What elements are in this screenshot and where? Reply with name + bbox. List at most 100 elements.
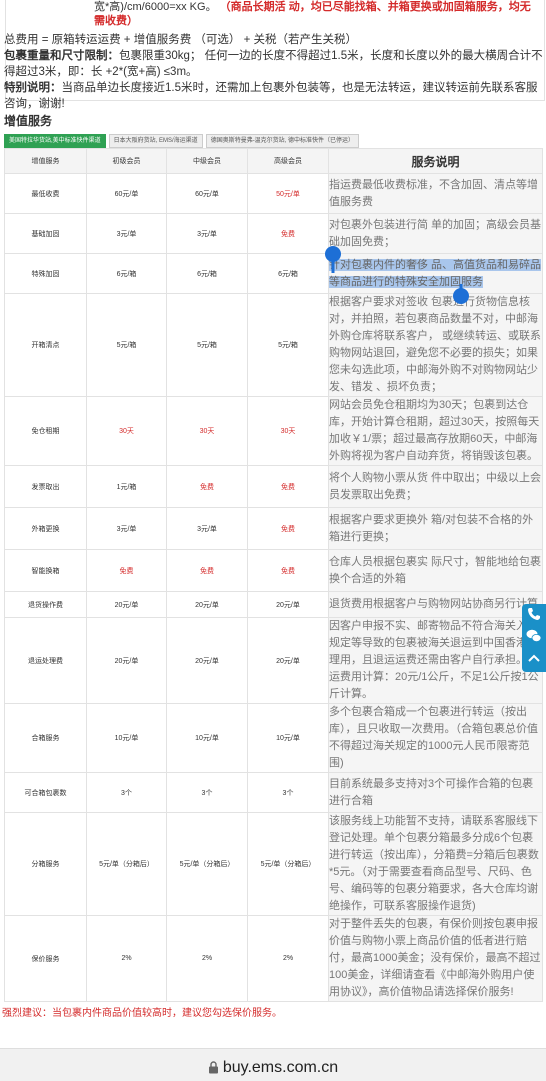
basic-price-cell: 20元/单 xyxy=(86,591,167,618)
mid-price-cell: 30天 xyxy=(166,396,248,466)
tab-japan-warehouse[interactable]: 日本大阪府货站, EMS/海运渠道 xyxy=(108,134,203,148)
service-description-cell: 对于整件丢失的包裹，有保价则按包裹申报价值与购物小票上商品价值的低者进行赔付，最… xyxy=(328,915,543,1002)
service-name-cell: 退运处理费 xyxy=(4,617,87,704)
basic-price-cell: 5元/单（分箱后） xyxy=(86,812,167,916)
tab-germany-warehouse[interactable]: 德国奥斯特曼弗-温克尔货站, 德中标准快件（已停运） xyxy=(205,134,360,148)
table-row: 外箱更换 3元/单 3元/单 免费 根据客户要求更换外 箱/对包装不合格的外箱进行更换； xyxy=(4,507,543,550)
wechat-icon[interactable] xyxy=(525,629,543,647)
tab-us-warehouse[interactable]: 美国特拉华货站,美中标准快件渠道 xyxy=(4,134,106,148)
browser-url-bar[interactable]: buy.ems.com.cn xyxy=(0,1048,546,1081)
mid-price-cell: 免费 xyxy=(166,465,248,508)
mid-price-cell: 2% xyxy=(166,915,248,1002)
table-row: 合箱服务 10元/单 10元/单 10元/单 多个包裹合箱成一个包裹进行转运（按出库），… xyxy=(4,703,543,773)
senior-price-cell: 5元/箱 xyxy=(247,293,329,397)
service-description-cell: 多个包裹合箱成一个包裹进行转运（按出库），且只收取一次费用。（合箱包裹总价值不得… xyxy=(328,703,543,773)
service-name-cell: 合箱服务 xyxy=(4,703,87,773)
service-name-cell: 基础加固 xyxy=(4,213,87,254)
basic-price-cell: 20元/单 xyxy=(86,617,167,704)
basic-price-cell: 60元/单 xyxy=(86,173,167,214)
senior-price-cell: 20元/单 xyxy=(247,591,329,618)
senior-price-cell: 30天 xyxy=(247,396,329,466)
service-name-cell: 分箱服务 xyxy=(4,812,87,916)
senior-price-cell: 免费 xyxy=(247,549,329,592)
service-description-cell: 根据客户要求更换外 箱/对包装不合格的外箱进行更换； xyxy=(328,507,543,550)
service-name-cell: 特殊加固 xyxy=(4,253,87,294)
basic-price-cell: 3元/单 xyxy=(86,213,167,254)
senior-price-cell: 6元/箱 xyxy=(247,253,329,294)
header-description: 服务说明 xyxy=(328,148,543,174)
service-description-cell: 因客户申报不实、邮寄物品不符合海关入境规定等导致的包裹被海关退运到中国香港处理用… xyxy=(328,617,543,704)
basic-price-cell: 2% xyxy=(86,915,167,1002)
basic-price-cell: 5元/箱 xyxy=(86,293,167,397)
table-row: 退运处理费 20元/单 20元/单 20元/单 因客户申报不实、邮寄物品不符合海关入境规… xyxy=(4,617,543,704)
mid-price-cell: 6元/箱 xyxy=(166,253,248,294)
senior-price-cell: 3个 xyxy=(247,772,329,813)
floating-contact-panel xyxy=(522,604,546,672)
service-description-cell: 针对包裹内件的奢侈 品、高值货品和易碎品等商品进行的特殊安全加固服务 xyxy=(328,253,543,294)
header-service: 增值服务 xyxy=(4,148,87,174)
mid-price-cell: 60元/单 xyxy=(166,173,248,214)
table-row: 保价服务 2% 2% 2% 对于整件丢失的包裹，有保价则按包裹申报价值与购物小票上商品价… xyxy=(4,915,543,1002)
mid-price-cell: 3元/单 xyxy=(166,507,248,550)
volume-weight-note: 宽*高)/cm/6000=xx KG。 （商品长期活 动，均已尽能找箱、并箱更换… xyxy=(94,1,531,27)
table-row: 退货操作费 20元/单 20元/单 20元/单 退货费用根据客户与购物网站协商另行计算 xyxy=(4,591,543,618)
header-mid-member: 中级会员 xyxy=(166,148,248,174)
header-basic-member: 初级会员 xyxy=(86,148,167,174)
service-name-cell: 保价服务 xyxy=(4,915,87,1002)
service-description-cell: 该服务线上功能暂不支持，请联系客服线下登记处理。单个包裹分箱最多分成6个包裹进行… xyxy=(328,812,543,916)
service-name-cell: 智能换箱 xyxy=(4,549,87,592)
service-description-cell: 目前系统最多支持对3个可操作合箱的包裹进行合箱 xyxy=(328,772,543,813)
service-name-cell: 最低收费 xyxy=(4,173,87,214)
basic-price-cell: 3个 xyxy=(86,772,167,813)
table-row: 分箱服务 5元/单（分箱后） 5元/单（分箱后） 5元/单（分箱后） 该服务线上功能暂不… xyxy=(4,812,543,916)
service-name-cell: 退货操作费 xyxy=(4,591,87,618)
service-name-cell: 免仓租期 xyxy=(4,396,87,466)
service-description-cell: 根据客户要求对签收 包裹进行货物信息核对，并拍照，若包裹商品数量不对，中邮海外购… xyxy=(328,293,543,397)
mid-price-cell: 5元/单（分箱后） xyxy=(166,812,248,916)
senior-price-cell: 2% xyxy=(247,915,329,1002)
senior-price-cell: 50元/单 xyxy=(247,173,329,214)
senior-price-cell: 免费 xyxy=(247,213,329,254)
mid-price-cell: 3个 xyxy=(166,772,248,813)
basic-price-cell: 6元/箱 xyxy=(86,253,167,294)
selected-text: 针对包裹内件的奢侈 品、高值货品和易碎品等商品进行的特殊安全加固服务 xyxy=(329,258,542,288)
selection-end-handle[interactable] xyxy=(450,284,472,314)
service-description-cell: 指运费最低收费标准，不含加固、清点等增值服务费 xyxy=(328,173,543,214)
warehouse-tabs: 美国特拉华货站,美中标准快件渠道 日本大阪府货站, EMS/海运渠道 德国奥斯特… xyxy=(4,134,360,148)
special-note-line: 特别说明：当商品单边长度接近1.5米时，还需加上包裹外包装等，也是无法转运，建议… xyxy=(4,82,538,110)
back-to-top-icon[interactable] xyxy=(525,651,543,669)
weight-limit-line: 包裹重量和尺寸限制：包裹限重30kg； 任何一边的长度不得超过1.5米，长度和长… xyxy=(4,50,543,78)
basic-price-cell: 30天 xyxy=(86,396,167,466)
senior-price-cell: 免费 xyxy=(247,507,329,550)
table-row: 最低收费 60元/单 60元/单 50元/单 指运费最低收费标准，不含加固、清点等增值服… xyxy=(4,173,543,214)
section-title: 增值服务 xyxy=(4,114,53,128)
table-row: 可合箱包裹数 3个 3个 3个 目前系统最多支持对3个可操作合箱的包裹进行合箱 xyxy=(4,772,543,813)
table-row: 基础加固 3元/单 3元/单 免费 对包裹外包装进行简 单的加固；高级会员基础加固免费； xyxy=(4,213,543,254)
mid-price-cell: 20元/单 xyxy=(166,617,248,704)
senior-price-cell: 免费 xyxy=(247,465,329,508)
mid-price-cell: 10元/单 xyxy=(166,703,248,773)
basic-price-cell: 3元/单 xyxy=(86,507,167,550)
senior-price-cell: 10元/单 xyxy=(247,703,329,773)
service-description-cell: 仓库人员根据包裹实 际尺寸，智能地给包裹换个合适的外箱 xyxy=(328,549,543,592)
service-description-cell: 对包裹外包装进行简 单的加固；高级会员基础加固免费； xyxy=(328,213,543,254)
mid-price-cell: 免费 xyxy=(166,549,248,592)
lock-icon xyxy=(208,1061,218,1074)
basic-price-cell: 免费 xyxy=(86,549,167,592)
mid-price-cell: 20元/单 xyxy=(166,591,248,618)
value-added-services-table: 增值服务 初级会员 中级会员 高级会员 服务说明 最低收费 60元/单 60元/单 5… xyxy=(4,148,543,1002)
service-name-cell: 发票取出 xyxy=(4,465,87,508)
selection-start-handle[interactable] xyxy=(322,244,344,274)
senior-price-cell: 5元/单（分箱后） xyxy=(247,812,329,916)
insurance-warning: 强烈建议：当包裹内件商品价值较高时，建议您勾选保价服务。 xyxy=(2,1008,282,1019)
basic-price-cell: 10元/单 xyxy=(86,703,167,773)
table-row: 免仓租期 30天 30天 30天 网站会员免仓租期均为30天；包裹到达仓库，开始计算仓租… xyxy=(4,396,543,466)
senior-price-cell: 20元/单 xyxy=(247,617,329,704)
service-name-cell: 可合箱包裹数 xyxy=(4,772,87,813)
service-name-cell: 外箱更换 xyxy=(4,507,87,550)
service-description-cell: 将个人购物小票从货 件中取出；中级以上会员发票取出免费； xyxy=(328,465,543,508)
mid-price-cell: 5元/箱 xyxy=(166,293,248,397)
phone-icon[interactable] xyxy=(525,607,543,625)
table-row: 发票取出 1元/箱 免费 免费 将个人购物小票从货 件中取出；中级以上会员发票取出免费； xyxy=(4,465,543,508)
total-fee-line: 总费用 = 原箱转运运费 + 增值服务费 （可选） + 关税（若产生关税） xyxy=(4,34,358,46)
